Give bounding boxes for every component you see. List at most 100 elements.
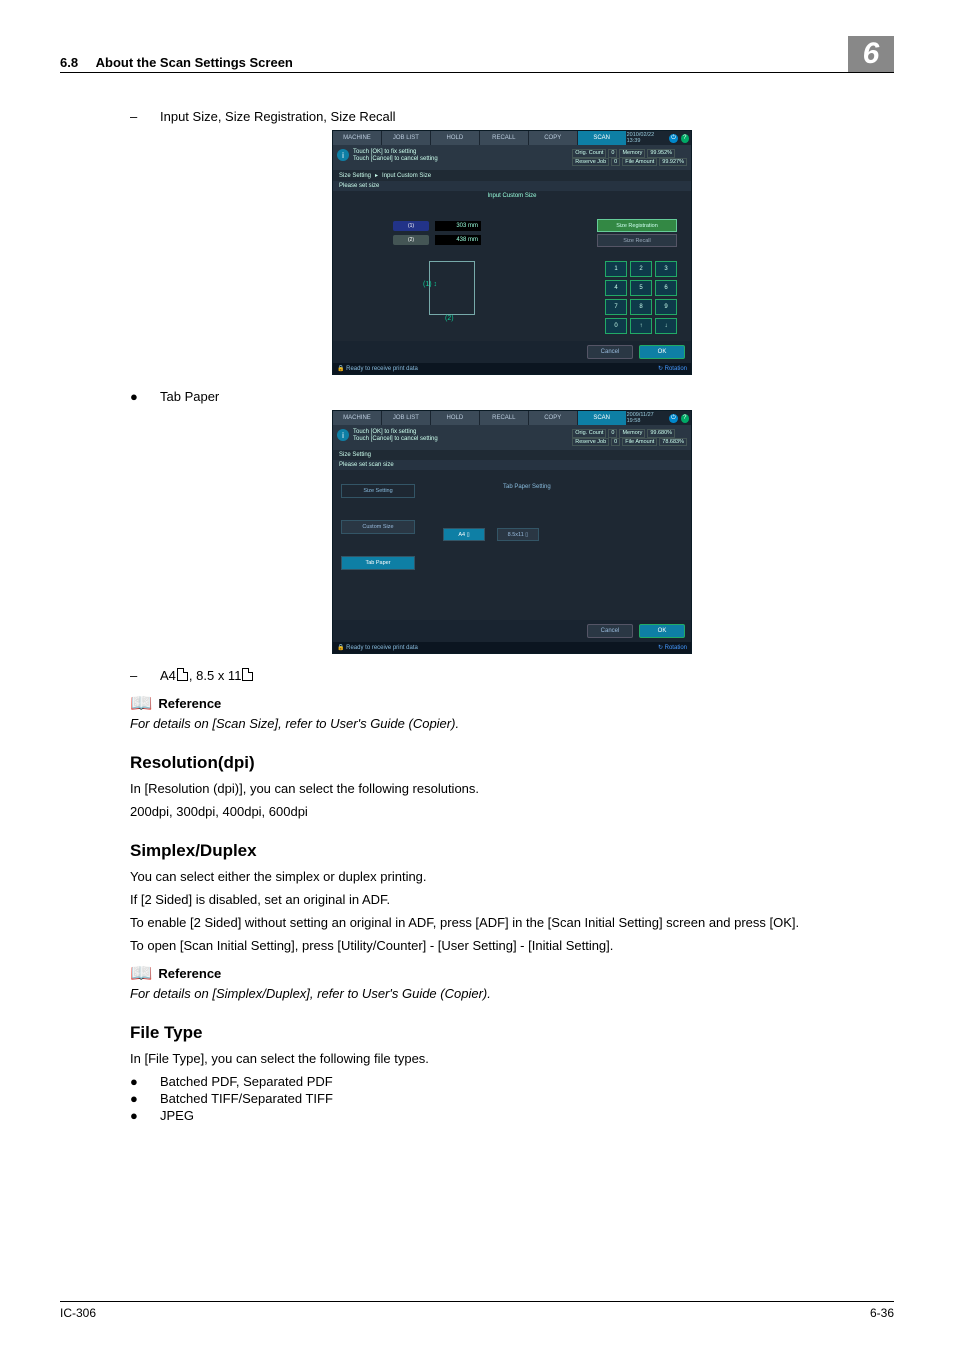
body-text: If [2 Sided] is disabled, set an origina… [130,892,894,907]
key-6[interactable]: 6 [655,280,677,296]
list-item-text: Input Size, Size Registration, Size Reca… [160,109,396,124]
instruction-line: Please set size [333,181,691,191]
cancel-button[interactable]: Cancel [587,624,633,638]
key-2[interactable]: 2 [630,261,652,277]
heading-resolution: Resolution(dpi) [130,753,894,773]
cancel-button[interactable]: Cancel [587,345,633,359]
tab-copy[interactable]: COPY [529,411,577,425]
chevron-right-icon: ▸ [375,172,378,179]
breadcrumb: Size Setting ▸ Input Custom Size [333,170,691,181]
tab-recall[interactable]: RECALL [480,131,528,145]
key-up[interactable]: ↑ [630,318,652,334]
list-item-text: Tab Paper [160,389,219,404]
page-figure: (1) ↕ (2) [423,261,473,321]
tab-joblist[interactable]: JOB LIST [382,411,430,425]
tab-hold[interactable]: HOLD [431,411,479,425]
reference-heading: 📖 Reference [130,693,894,714]
power-icon[interactable]: ⏻ [669,134,677,143]
body-text: To enable [2 Sided] without setting an o… [130,915,894,930]
status-box: Orig. Count0 Memory99.952% Reserve Job0 … [572,149,687,166]
heading-duplex: Simplex/Duplex [130,841,894,861]
key-5[interactable]: 5 [630,280,652,296]
page-header: 6.8 About the Scan Settings Screen 6 [60,36,894,73]
chapter-badge: 6 [848,36,894,72]
help-icon[interactable]: ? [681,134,689,143]
custom-size-button[interactable]: Custom Size [341,520,415,534]
reference-text: For details on [Simplex/Duplex], refer t… [130,986,894,1001]
portrait-icon [177,668,188,681]
heading-filetype: File Type [130,1023,894,1043]
tab-recall[interactable]: RECALL [480,411,528,425]
book-icon: 📖 [130,963,152,984]
header-timestamp-area: 2009/11/27 19:58 ⏻ ? [627,411,691,425]
help-icon[interactable]: ? [681,414,689,423]
power-icon[interactable]: ⏻ [669,414,677,423]
tab-machine[interactable]: MACHINE [333,131,381,145]
key-7[interactable]: 7 [605,299,627,315]
key-0[interactable]: 0 [605,318,627,334]
printer-status: 🔒 Ready to receive print data [337,644,418,651]
bullet-icon: ● [130,1108,160,1123]
tab-paper-button[interactable]: Tab Paper [341,556,415,570]
info-icon: i [337,429,349,441]
tab-hold[interactable]: HOLD [431,131,479,145]
key-3[interactable]: 3 [655,261,677,277]
panel-title: Input Custom Size [487,193,536,199]
size-recall-button[interactable]: Size Recall [597,234,677,247]
reference-heading: 📖 Reference [130,963,894,984]
timestamp: 2009/11/27 19:58 [627,412,667,424]
ok-button[interactable]: OK [639,345,685,359]
info-text: Touch [OK] to fix settingTouch [Cancel] … [353,429,572,443]
list-item: ● Tab Paper [130,389,894,404]
section-number: 6.8 [60,55,78,70]
footer-left: IC-306 [60,1306,96,1320]
section-heading: About the Scan Settings Screen [96,55,293,70]
field-y-value[interactable]: 438 mm [435,235,481,245]
body-text: In [File Type], you can select the follo… [130,1051,894,1066]
page-footer: IC-306 6-36 [60,1301,894,1320]
size-registration-button[interactable]: Size Registration [597,219,677,232]
field-y-button[interactable]: (2) [393,235,429,245]
key-1[interactable]: 1 [605,261,627,277]
key-4[interactable]: 4 [605,280,627,296]
body-text: In [Resolution (dpi)], you can select th… [130,781,894,796]
key-9[interactable]: 9 [655,299,677,315]
dash-icon: – [130,109,160,124]
letter-button[interactable]: 8.5x11 ▯ [497,528,539,541]
a4-button[interactable]: A4 ▯ [443,528,485,541]
left-col-title: Size Setting [341,484,415,498]
list-item-text: A4, 8.5 x 11 [160,668,254,683]
reference-text: For details on [Scan Size], refer to Use… [130,716,894,731]
field-x-button[interactable]: (1) [393,221,429,231]
tab-joblist[interactable]: JOB LIST [382,131,430,145]
timestamp: 2010/02/22 13:39 [627,132,667,144]
key-down[interactable]: ↓ [655,318,677,334]
tab-scan[interactable]: SCAN [578,131,626,145]
dash-icon: – [130,668,160,683]
header-timestamp-area: 2010/02/22 13:39 ⏻ ? [627,131,691,145]
arrow-y-icon: (1) ↕ [423,281,437,288]
body-text: To open [Scan Initial Setting], press [U… [130,938,894,953]
printer-status: 🔒 Ready to receive print data [337,365,418,372]
tab-scan[interactable]: SCAN [578,411,626,425]
list-item: ● Batched PDF, Separated PDF [130,1074,894,1089]
screenshot-input-custom-size: MACHINE JOB LIST HOLD RECALL COPY SCAN 2… [130,130,894,375]
book-icon: 📖 [130,693,152,714]
tab-machine[interactable]: MACHINE [333,411,381,425]
ok-button[interactable]: OK [639,624,685,638]
list-item: – A4, 8.5 x 11 [130,668,894,683]
bullet-icon: ● [130,389,160,404]
numeric-keypad: 1 2 3 4 5 6 7 8 9 0 ↑ ↓ [605,261,677,334]
field-x-value[interactable]: 303 mm [435,221,481,231]
bullet-icon: ● [130,1074,160,1089]
key-8[interactable]: 8 [630,299,652,315]
footer-right: 6-36 [870,1306,894,1320]
body-text: You can select either the simplex or dup… [130,869,894,884]
instruction-line: Please set scan size [333,460,691,470]
rotation-indicator: ↻ Rotation [658,365,687,372]
body-text: 200dpi, 300dpi, 400dpi, 600dpi [130,804,894,819]
tab-copy[interactable]: COPY [529,131,577,145]
portrait-icon [242,668,253,681]
screenshot-tab-paper: MACHINE JOB LIST HOLD RECALL COPY SCAN 2… [130,410,894,654]
bullet-icon: ● [130,1091,160,1106]
